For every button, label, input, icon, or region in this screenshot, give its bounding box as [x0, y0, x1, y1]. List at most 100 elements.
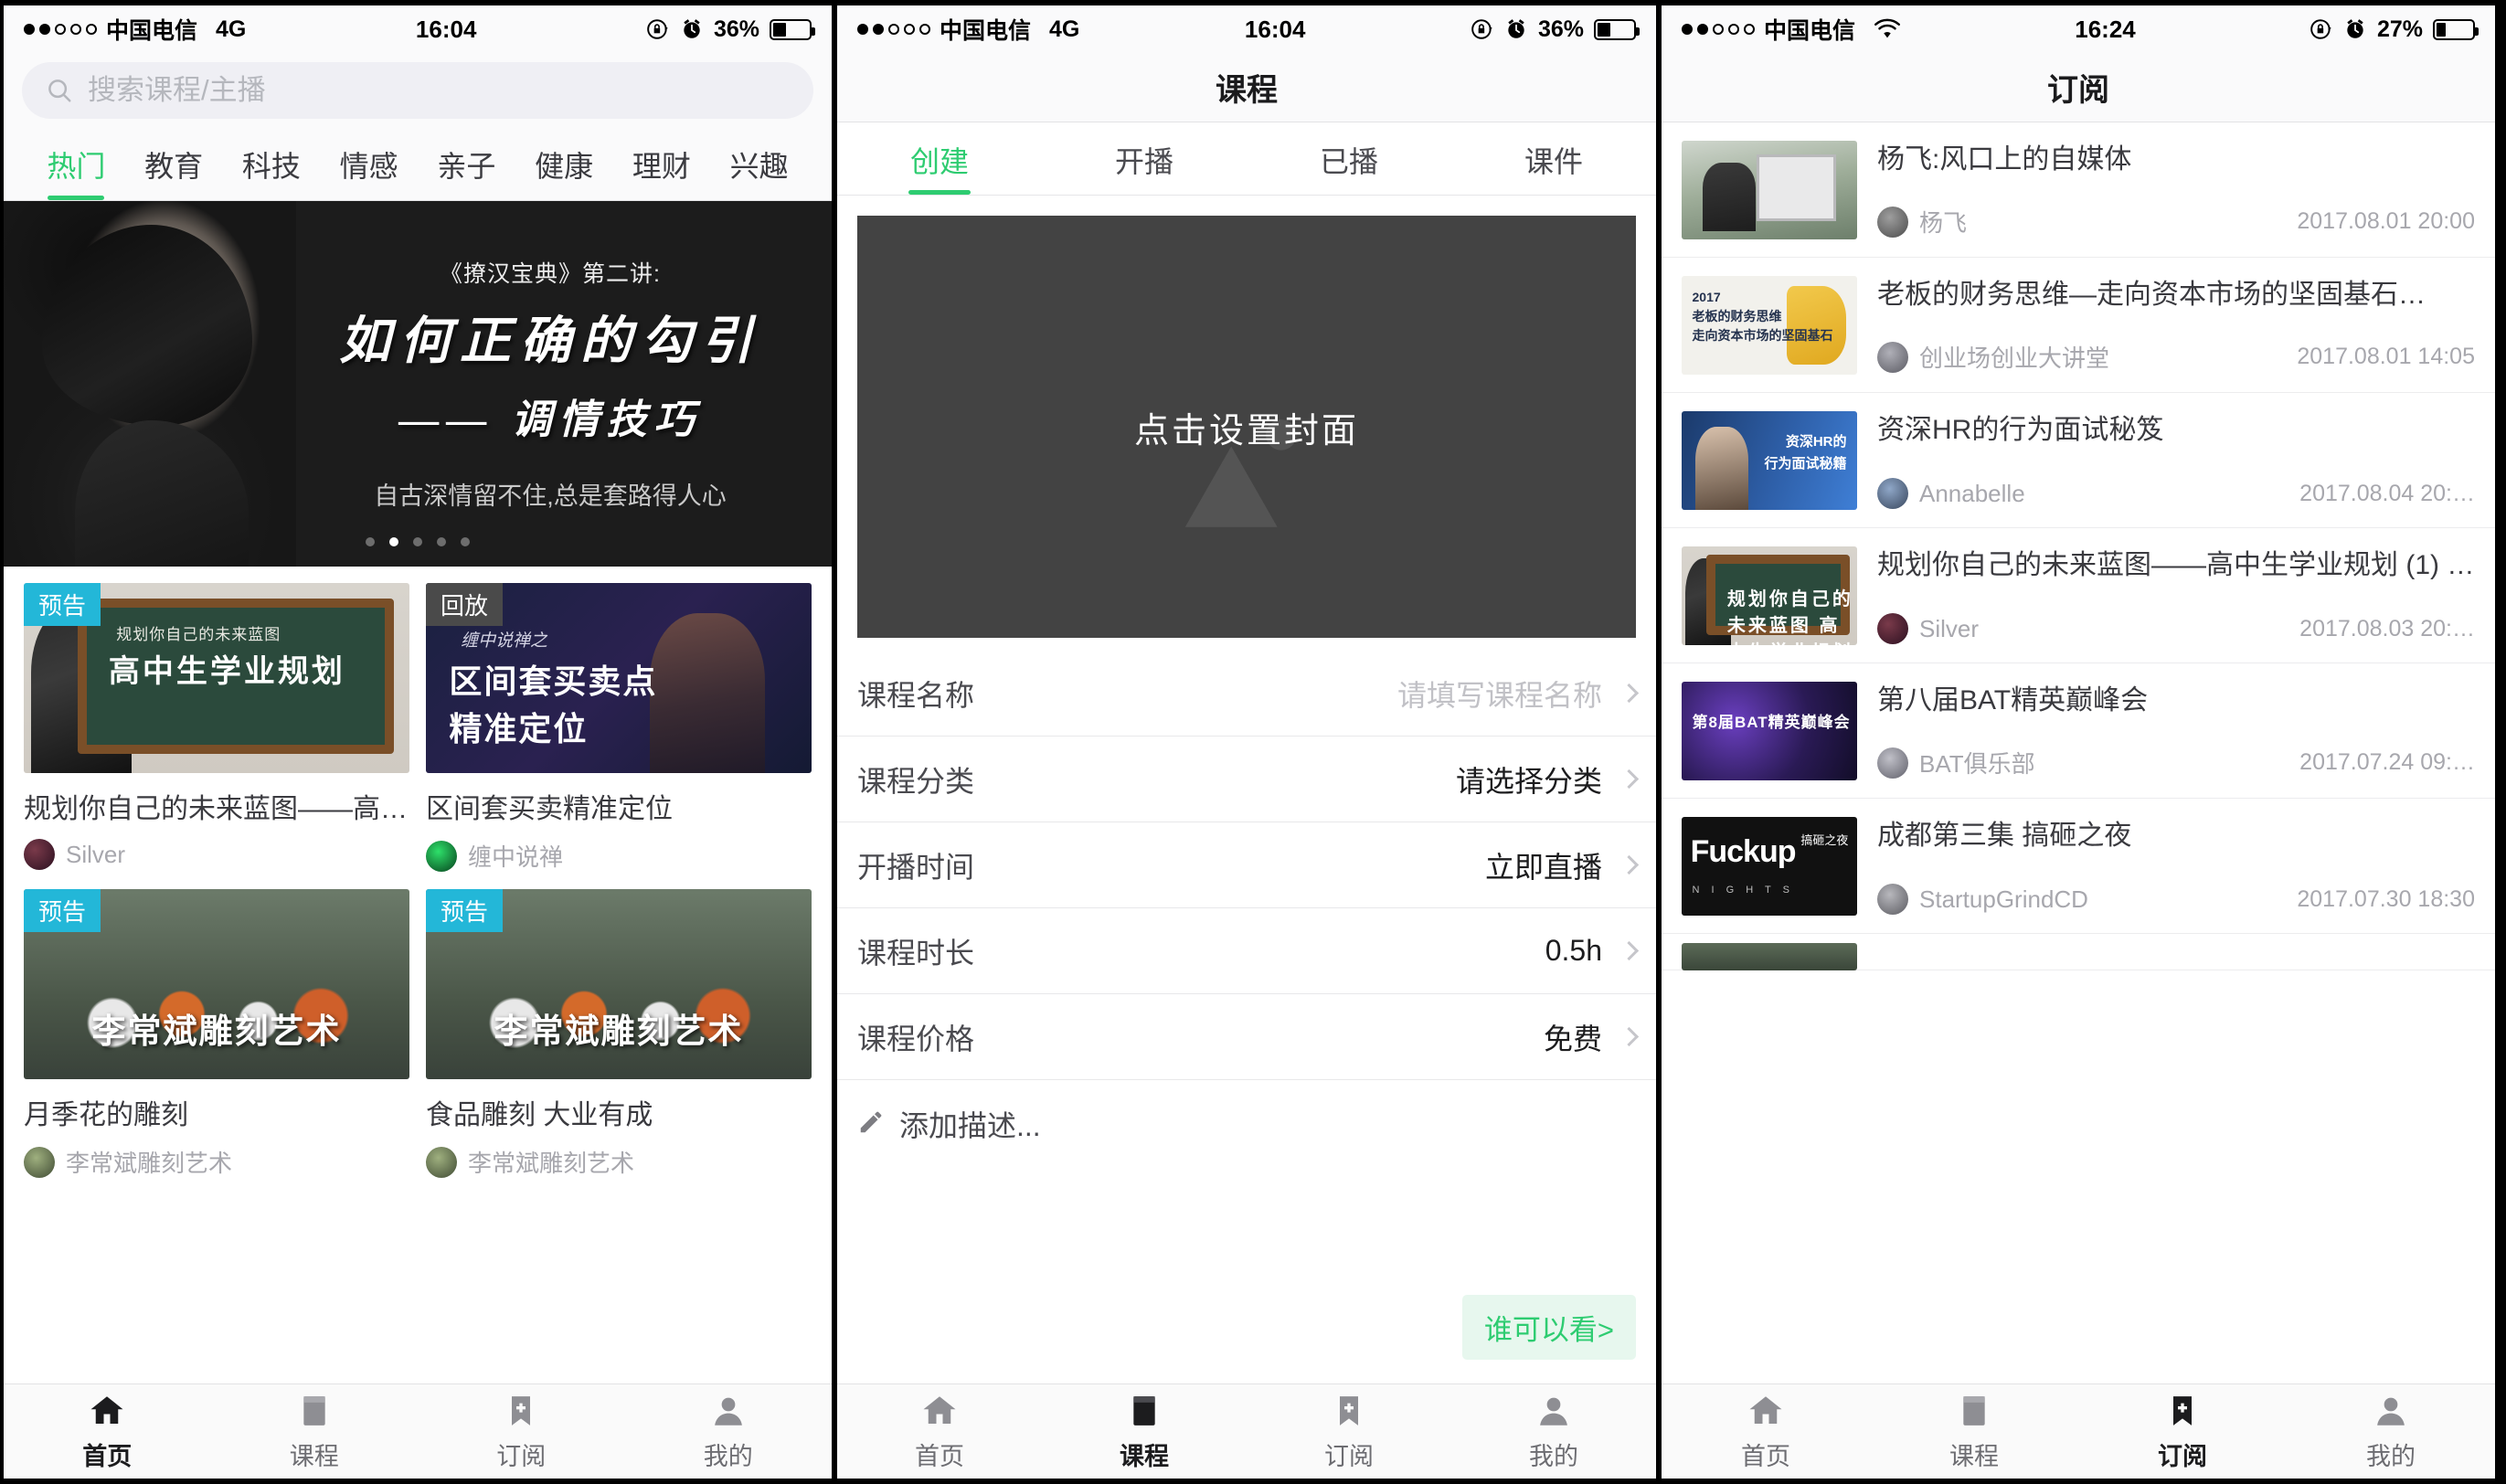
bottom-tab-bar-1[interactable]: 首页 课程 订阅 我的 [4, 1383, 832, 1479]
tab-course[interactable]: 课程 [1870, 1392, 2078, 1472]
tab-home[interactable]: 首页 [4, 1392, 211, 1472]
cover-upload-area[interactable]: 点击设置封面 [857, 216, 1636, 638]
tab-profile[interactable]: 我的 [1451, 1392, 1656, 1472]
chevron-right-icon [1619, 683, 1640, 704]
item-thumbnail[interactable]: 规划你自己的未来蓝图 高中生学业规划 [1682, 546, 1857, 645]
bookmark-icon [512, 1395, 531, 1426]
avatar [1877, 613, 1908, 644]
banner-pagination-dots[interactable] [4, 537, 832, 546]
category-tab-2[interactable]: 科技 [223, 143, 321, 200]
course-segment-tabs[interactable]: 创建 开播 已播 课件 [837, 122, 1656, 196]
status-time: 16:04 [415, 15, 477, 43]
form-row-course-name[interactable]: 课程名称 请填写课程名称 [837, 651, 1656, 737]
tab-label: 课程 [1949, 1442, 1999, 1470]
form-row-duration[interactable]: 课程时长 0.5h [837, 908, 1656, 994]
form-row-start-time[interactable]: 开播时间 立即直播 [837, 822, 1656, 908]
search-box[interactable] [22, 62, 813, 119]
category-tab-0[interactable]: 热门 [27, 143, 125, 200]
tab-label: 订阅 [496, 1442, 547, 1470]
list-item[interactable]: 2017 老板的财务思维 走向资本市场的坚固基石 老板的财务思维—走向资本市场的… [1662, 258, 2495, 393]
item-meta: 杨飞 2017.08.01 20:00 [1877, 205, 2475, 238]
person-icon [714, 1397, 742, 1426]
course-card[interactable]: 预告 李常斌雕刻艺术 月季花的雕刻 李常斌雕刻艺术 [24, 889, 409, 1179]
course-title: 区间套买卖精准定位 [426, 794, 673, 824]
course-card-grid: 预告 规划你自己的未来蓝图 高中生学业规划 规划你自己的未来蓝图——高… Sil… [4, 567, 832, 1383]
category-tab-6[interactable]: 理财 [613, 143, 711, 200]
list-item-partial[interactable] [1662, 934, 2495, 970]
category-tab-4[interactable]: 亲子 [418, 143, 515, 200]
category-tab-7[interactable]: 兴趣 [710, 143, 808, 200]
category-tab-1[interactable]: 教育 [125, 143, 223, 200]
course-card[interactable]: 回放 缠中说禅之 区间套买卖点 精准定位 区间套买卖精准定位 缠中说禅 [426, 583, 812, 873]
status-badge: 预告 [24, 583, 101, 626]
thumb-art-line1: 李常斌雕刻艺术 [494, 1012, 744, 1050]
tab-create[interactable]: 创建 [837, 139, 1042, 195]
item-thumbnail[interactable] [1682, 141, 1857, 239]
tab-profile[interactable]: 我的 [2287, 1392, 2495, 1472]
list-item[interactable]: 第8届BAT精英巅峰会 第八届BAT精英巅峰会 BAT俱乐部 2017.07.2… [1662, 663, 2495, 799]
course-thumbnail[interactable]: 预告 李常斌雕刻艺术 [24, 889, 409, 1079]
tab-course[interactable]: 课程 [1042, 1392, 1247, 1472]
list-item[interactable]: 资深HR的 行为面试秘籍 资深HR的行为面试秘笈 Annabelle 2017.… [1662, 393, 2495, 528]
form-row-price[interactable]: 课程价格 免费 [837, 994, 1656, 1080]
course-thumbnail[interactable]: 回放 缠中说禅之 区间套买卖点 精准定位 [426, 583, 812, 773]
author-name: 李常斌雕刻艺术 [66, 1150, 233, 1177]
course-thumbnail[interactable]: 预告 李常斌雕刻艺术 [426, 889, 812, 1079]
tab-live[interactable]: 开播 [1042, 139, 1247, 195]
tab-label: 首页 [915, 1442, 964, 1470]
item-time: 2017.07.30 18:30 [2297, 885, 2475, 912]
list-item[interactable]: 杨飞:风口上的自媒体 杨飞 2017.08.01 20:00 [1662, 122, 2495, 258]
network-type: 4G [216, 16, 247, 42]
item-time: 2017.08.04 20:… [2299, 480, 2475, 506]
search-input[interactable] [88, 74, 790, 107]
item-thumbnail[interactable]: 2017 老板的财务思维 走向资本市场的坚固基石 [1682, 276, 1857, 375]
item-thumbnail[interactable]: 第8届BAT精英巅峰会 [1682, 682, 1857, 780]
chevron-right-icon [1619, 854, 1640, 875]
item-body: 成都第三集 搞砸之夜 StartupGrindCD 2017.07.30 18:… [1877, 817, 2475, 915]
tab-home[interactable]: 首页 [1662, 1392, 1870, 1472]
description-label: 添加描述... [899, 1109, 1041, 1142]
tab-course[interactable]: 课程 [211, 1392, 419, 1472]
alarm-icon [2343, 17, 2367, 41]
list-item[interactable]: Fuckup N I G H T S 搞砸之夜 成都第三集 搞砸之夜 Start… [1662, 799, 2495, 934]
item-author: BAT俱乐部 [1919, 750, 2035, 778]
hero-banner[interactable]: 《撩汉宝典》第二讲: 如何正确的勾引 —— 调情技巧 自古深情留不住,总是套路得… [4, 201, 832, 567]
item-author: 创业场创业大讲堂 [1919, 344, 2110, 372]
status-left-2: 中国电信 4G [857, 13, 1079, 46]
form-row-description[interactable]: 添加描述... [837, 1080, 1656, 1168]
pencil-icon [857, 1108, 885, 1140]
who-can-see-button[interactable]: 谁可以看> [1461, 1295, 1636, 1360]
bottom-tab-bar-3[interactable]: 首页 课程 订阅 我的 [1662, 1383, 2495, 1479]
battery-percent: 36% [713, 16, 759, 42]
bottom-tab-bar-2[interactable]: 首页 课程 订阅 我的 [837, 1383, 1656, 1479]
thumb-art-text: 第8届BAT精英巅峰会 [1692, 714, 1851, 732]
tab-courseware[interactable]: 课件 [1451, 139, 1656, 195]
banner-kicker: 《撩汉宝典》第二讲: [440, 261, 661, 287]
course-card[interactable]: 预告 李常斌雕刻艺术 食品雕刻 大业有成 李常斌雕刻艺术 [426, 889, 812, 1179]
book-icon [1963, 1395, 1985, 1426]
tab-aired[interactable]: 已播 [1247, 139, 1451, 195]
author-name: Silver [66, 840, 126, 868]
tab-subscribe[interactable]: 订阅 [418, 1392, 625, 1472]
status-right-2: 36% [1471, 16, 1640, 43]
status-bar-2: 中国电信 4G 16:04 36% [837, 5, 1656, 53]
category-tab-strip[interactable]: 热门 教育 科技 情感 亲子 健康 理财 兴趣 [4, 132, 832, 201]
category-tab-3[interactable]: 情感 [320, 143, 418, 200]
thumb-art-text: Fuckup [1690, 834, 1797, 870]
tab-home[interactable]: 首页 [837, 1392, 1042, 1472]
course-author: 缠中说禅 [426, 839, 812, 873]
course-thumbnail[interactable]: 预告 规划你自己的未来蓝图 高中生学业规划 [24, 583, 409, 773]
tab-profile[interactable]: 我的 [625, 1392, 833, 1472]
course-card[interactable]: 预告 规划你自己的未来蓝图 高中生学业规划 规划你自己的未来蓝图——高… Sil… [24, 583, 409, 873]
form-row-course-category[interactable]: 课程分类 请选择分类 [837, 737, 1656, 822]
tab-subscribe[interactable]: 订阅 [1247, 1392, 1451, 1472]
signal-dots-icon [857, 24, 930, 35]
list-item[interactable]: 规划你自己的未来蓝图 高中生学业规划 规划你自己的未来蓝图——高中生学业规划 (… [1662, 528, 2495, 663]
item-time: 2017.08.03 20:… [2299, 615, 2475, 641]
tab-subscribe[interactable]: 订阅 [2078, 1392, 2287, 1472]
item-thumbnail[interactable]: 资深HR的 行为面试秘籍 [1682, 411, 1857, 510]
item-thumbnail[interactable]: Fuckup N I G H T S 搞砸之夜 [1682, 817, 1857, 916]
category-tab-5[interactable]: 健康 [515, 143, 613, 200]
carrier-name: 中国电信 [1764, 18, 1856, 44]
item-thumbnail[interactable] [1682, 943, 1857, 970]
